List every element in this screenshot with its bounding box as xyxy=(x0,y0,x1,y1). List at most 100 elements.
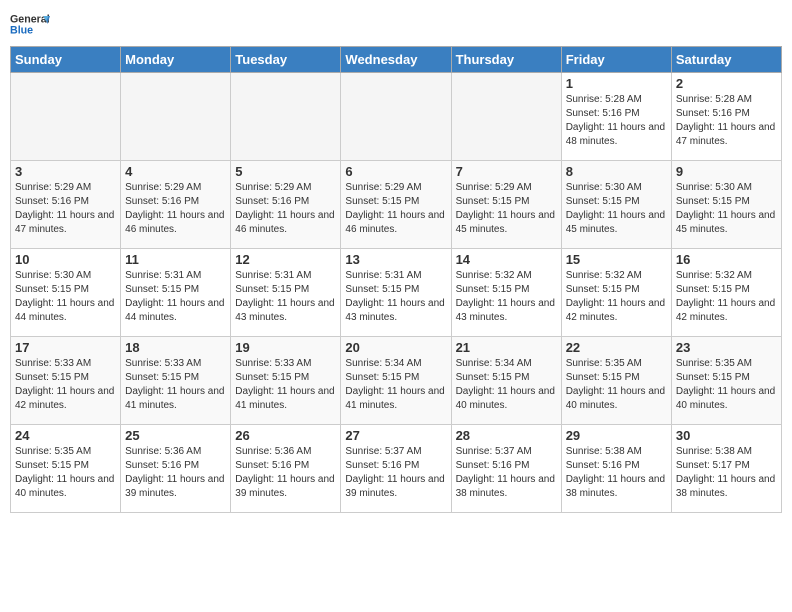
weekday-header-thursday: Thursday xyxy=(451,47,561,73)
calendar-cell: 16Sunrise: 5:32 AMSunset: 5:15 PMDayligh… xyxy=(671,249,781,337)
day-info: Sunrise: 5:31 AMSunset: 5:15 PMDaylight:… xyxy=(345,269,446,325)
day-info: Sunrise: 5:28 AMSunset: 5:16 PMDaylight:… xyxy=(566,93,667,149)
weekday-header-sunday: Sunday xyxy=(11,47,121,73)
day-number: 16 xyxy=(676,252,777,267)
calendar-cell: 29 Sunrise: 5:38 AMSunset: 5:16 PMDayligh… xyxy=(561,425,671,513)
day-number: 28 xyxy=(456,428,557,443)
day-info: Sunrise: 5:35 AMSunset: 5:15 PMDaylight:… xyxy=(676,357,777,413)
day-info: Sunrise: 5:31 AMSunset: 5:15 PMDaylight:… xyxy=(235,269,336,325)
calendar-cell xyxy=(11,73,121,161)
calendar-cell xyxy=(231,73,341,161)
day-info: Sunrise: 5:37 AMSunset: 5:16 PMDaylight:… xyxy=(456,445,557,501)
calendar-cell: 30 Sunrise: 5:38 AMSunset: 5:17 PMDayligh… xyxy=(671,425,781,513)
day-info: Sunrise: 5:36 AMSunset: 5:16 PMDaylight:… xyxy=(235,445,336,501)
day-number: 7 xyxy=(456,164,557,179)
weekday-header-monday: Monday xyxy=(121,47,231,73)
day-info: Sunrise: 5:33 AMSunset: 5:15 PMDaylight:… xyxy=(15,357,116,413)
calendar-cell: 2 Sunrise: 5:28 AMSunset: 5:16 PMDaylight… xyxy=(671,73,781,161)
day-info: Sunrise: 5:30 AMSunset: 5:15 PMDaylight:… xyxy=(566,181,667,237)
calendar-cell: 26 Sunrise: 5:36 AMSunset: 5:16 PMDayligh… xyxy=(231,425,341,513)
calendar-cell: 22 Sunrise: 5:35 AMSunset: 5:15 PMDayligh… xyxy=(561,337,671,425)
weekday-header-saturday: Saturday xyxy=(671,47,781,73)
day-number: 24 xyxy=(15,428,116,443)
calendar-cell: 18Sunrise: 5:33 AMSunset: 5:15 PMDayligh… xyxy=(121,337,231,425)
calendar-cell: 1 Sunrise: 5:28 AMSunset: 5:16 PMDaylight… xyxy=(561,73,671,161)
day-info: Sunrise: 5:38 AMSunset: 5:16 PMDaylight:… xyxy=(566,445,667,501)
header: General Blue xyxy=(10,10,782,38)
calendar-cell: 21 Sunrise: 5:34 AMSunset: 5:15 PMDayligh… xyxy=(451,337,561,425)
day-info: Sunrise: 5:34 AMSunset: 5:15 PMDaylight:… xyxy=(345,357,446,413)
calendar-cell: 20 Sunrise: 5:34 AMSunset: 5:15 PMDayligh… xyxy=(341,337,451,425)
day-number: 2 xyxy=(676,76,777,91)
day-number: 3 xyxy=(15,164,116,179)
calendar-cell: 25Sunrise: 5:36 AMSunset: 5:16 PMDayligh… xyxy=(121,425,231,513)
day-info: Sunrise: 5:32 AMSunset: 5:15 PMDaylight:… xyxy=(566,269,667,325)
day-number: 14 xyxy=(456,252,557,267)
day-number: 19 xyxy=(235,340,336,355)
day-info: Sunrise: 5:35 AMSunset: 5:15 PMDaylight:… xyxy=(566,357,667,413)
calendar-cell: 7 Sunrise: 5:29 AMSunset: 5:15 PMDaylight… xyxy=(451,161,561,249)
day-number: 4 xyxy=(125,164,226,179)
calendar-week-5: 24 Sunrise: 5:35 AMSunset: 5:15 PMDayligh… xyxy=(11,425,782,513)
calendar-cell: 24 Sunrise: 5:35 AMSunset: 5:15 PMDayligh… xyxy=(11,425,121,513)
day-number: 27 xyxy=(345,428,446,443)
calendar-cell: 8 Sunrise: 5:30 AMSunset: 5:15 PMDaylight… xyxy=(561,161,671,249)
weekday-header-friday: Friday xyxy=(561,47,671,73)
day-number: 20 xyxy=(345,340,446,355)
calendar-cell: 10Sunrise: 5:30 AMSunset: 5:15 PMDayligh… xyxy=(11,249,121,337)
day-info: Sunrise: 5:29 AMSunset: 5:15 PMDaylight:… xyxy=(345,181,446,237)
day-number: 22 xyxy=(566,340,667,355)
calendar-cell: 19Sunrise: 5:33 AMSunset: 5:15 PMDayligh… xyxy=(231,337,341,425)
day-number: 12 xyxy=(235,252,336,267)
day-number: 17 xyxy=(15,340,116,355)
weekday-header-tuesday: Tuesday xyxy=(231,47,341,73)
day-info: Sunrise: 5:29 AMSunset: 5:16 PMDaylight:… xyxy=(125,181,226,237)
day-info: Sunrise: 5:37 AMSunset: 5:16 PMDaylight:… xyxy=(345,445,446,501)
day-number: 8 xyxy=(566,164,667,179)
day-number: 15 xyxy=(566,252,667,267)
day-number: 6 xyxy=(345,164,446,179)
calendar-cell: 23Sunrise: 5:35 AMSunset: 5:15 PMDayligh… xyxy=(671,337,781,425)
day-number: 9 xyxy=(676,164,777,179)
calendar-cell: 14 Sunrise: 5:32 AMSunset: 5:15 PMDayligh… xyxy=(451,249,561,337)
day-number: 21 xyxy=(456,340,557,355)
day-info: Sunrise: 5:29 AMSunset: 5:16 PMDaylight:… xyxy=(15,181,116,237)
calendar-week-1: 1 Sunrise: 5:28 AMSunset: 5:16 PMDaylight… xyxy=(11,73,782,161)
day-number: 18 xyxy=(125,340,226,355)
calendar-cell xyxy=(121,73,231,161)
logo-icon: General Blue xyxy=(10,10,50,38)
day-info: Sunrise: 5:32 AMSunset: 5:15 PMDaylight:… xyxy=(456,269,557,325)
calendar-cell: 12 Sunrise: 5:31 AMSunset: 5:15 PMDayligh… xyxy=(231,249,341,337)
calendar-week-2: 3 Sunrise: 5:29 AMSunset: 5:16 PMDaylight… xyxy=(11,161,782,249)
weekday-header-wednesday: Wednesday xyxy=(341,47,451,73)
calendar-cell: 17 Sunrise: 5:33 AMSunset: 5:15 PMDayligh… xyxy=(11,337,121,425)
day-info: Sunrise: 5:29 AMSunset: 5:16 PMDaylight:… xyxy=(235,181,336,237)
day-info: Sunrise: 5:38 AMSunset: 5:17 PMDaylight:… xyxy=(676,445,777,501)
calendar-header-row: SundayMondayTuesdayWednesdayThursdayFrid… xyxy=(11,47,782,73)
calendar-cell: 5Sunrise: 5:29 AMSunset: 5:16 PMDaylight… xyxy=(231,161,341,249)
day-number: 13 xyxy=(345,252,446,267)
day-number: 26 xyxy=(235,428,336,443)
calendar-week-4: 17 Sunrise: 5:33 AMSunset: 5:15 PMDayligh… xyxy=(11,337,782,425)
day-number: 30 xyxy=(676,428,777,443)
svg-text:Blue: Blue xyxy=(10,24,33,36)
calendar-cell: 27 Sunrise: 5:37 AMSunset: 5:16 PMDayligh… xyxy=(341,425,451,513)
calendar-cell: 9 Sunrise: 5:30 AMSunset: 5:15 PMDaylight… xyxy=(671,161,781,249)
calendar-week-3: 10Sunrise: 5:30 AMSunset: 5:15 PMDayligh… xyxy=(11,249,782,337)
calendar-cell: 28 Sunrise: 5:37 AMSunset: 5:16 PMDayligh… xyxy=(451,425,561,513)
calendar-cell: 3 Sunrise: 5:29 AMSunset: 5:16 PMDaylight… xyxy=(11,161,121,249)
day-number: 29 xyxy=(566,428,667,443)
logo: General Blue xyxy=(10,10,50,38)
day-number: 1 xyxy=(566,76,667,91)
calendar-cell: 13 Sunrise: 5:31 AMSunset: 5:15 PMDayligh… xyxy=(341,249,451,337)
day-info: Sunrise: 5:30 AMSunset: 5:15 PMDaylight:… xyxy=(676,181,777,237)
day-info: Sunrise: 5:34 AMSunset: 5:15 PMDaylight:… xyxy=(456,357,557,413)
calendar-cell: 4 Sunrise: 5:29 AMSunset: 5:16 PMDaylight… xyxy=(121,161,231,249)
day-info: Sunrise: 5:28 AMSunset: 5:16 PMDaylight:… xyxy=(676,93,777,149)
calendar-cell: 15 Sunrise: 5:32 AMSunset: 5:15 PMDayligh… xyxy=(561,249,671,337)
day-number: 10 xyxy=(15,252,116,267)
day-info: Sunrise: 5:35 AMSunset: 5:15 PMDaylight:… xyxy=(15,445,116,501)
day-info: Sunrise: 5:29 AMSunset: 5:15 PMDaylight:… xyxy=(456,181,557,237)
day-info: Sunrise: 5:36 AMSunset: 5:16 PMDaylight:… xyxy=(125,445,226,501)
calendar-cell xyxy=(341,73,451,161)
